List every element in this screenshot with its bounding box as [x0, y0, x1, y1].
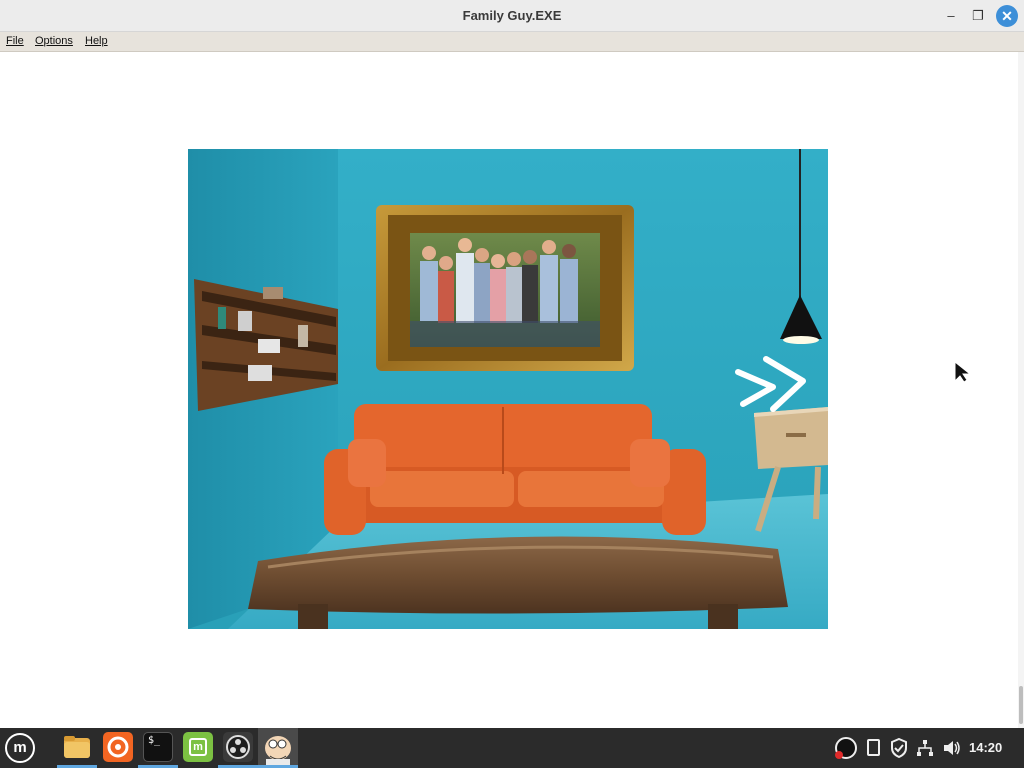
close-button[interactable]: ✕ [996, 5, 1018, 27]
window-titlebar[interactable]: Family Guy.EXE – ❐ ✕ [0, 0, 1024, 32]
living-room-illustration [188, 149, 828, 629]
clipboard-icon[interactable] [867, 739, 880, 756]
mint-logo-icon[interactable]: m [5, 733, 35, 763]
menu-help[interactable]: Help [85, 35, 108, 47]
scrollbar-thumb[interactable] [1019, 686, 1023, 724]
obs-icon[interactable] [223, 732, 253, 762]
terminal-glyph: $_ [148, 735, 161, 746]
terminal-icon[interactable]: $_ [143, 732, 173, 762]
network-icon[interactable] [916, 739, 934, 762]
files-icon[interactable] [62, 732, 92, 762]
shield-icon[interactable] [890, 737, 908, 763]
vertical-scrollbar[interactable] [1018, 52, 1024, 728]
menu-file[interactable]: File [6, 35, 24, 47]
framed-family-photo [376, 205, 634, 371]
window-title: Family Guy.EXE [462, 8, 562, 23]
mint-update-icon[interactable]: m [183, 732, 213, 762]
volume-icon[interactable] [942, 739, 962, 762]
firefox-icon[interactable] [103, 732, 133, 762]
maximize-button[interactable]: ❐ [968, 6, 988, 26]
obs-tray-icon[interactable] [835, 737, 857, 759]
clock[interactable]: 14:20 [969, 740, 1002, 755]
living-room-scene[interactable] [188, 149, 828, 629]
minimize-button[interactable]: – [941, 6, 961, 26]
menu-bar: File Options Help [0, 32, 1024, 52]
mouse-cursor-icon [954, 360, 972, 388]
menu-options[interactable]: Options [35, 35, 73, 47]
family-guy-icon[interactable] [258, 728, 298, 765]
orange-sofa [324, 404, 706, 535]
taskbar: m $_ m 14:20 [0, 728, 1024, 768]
